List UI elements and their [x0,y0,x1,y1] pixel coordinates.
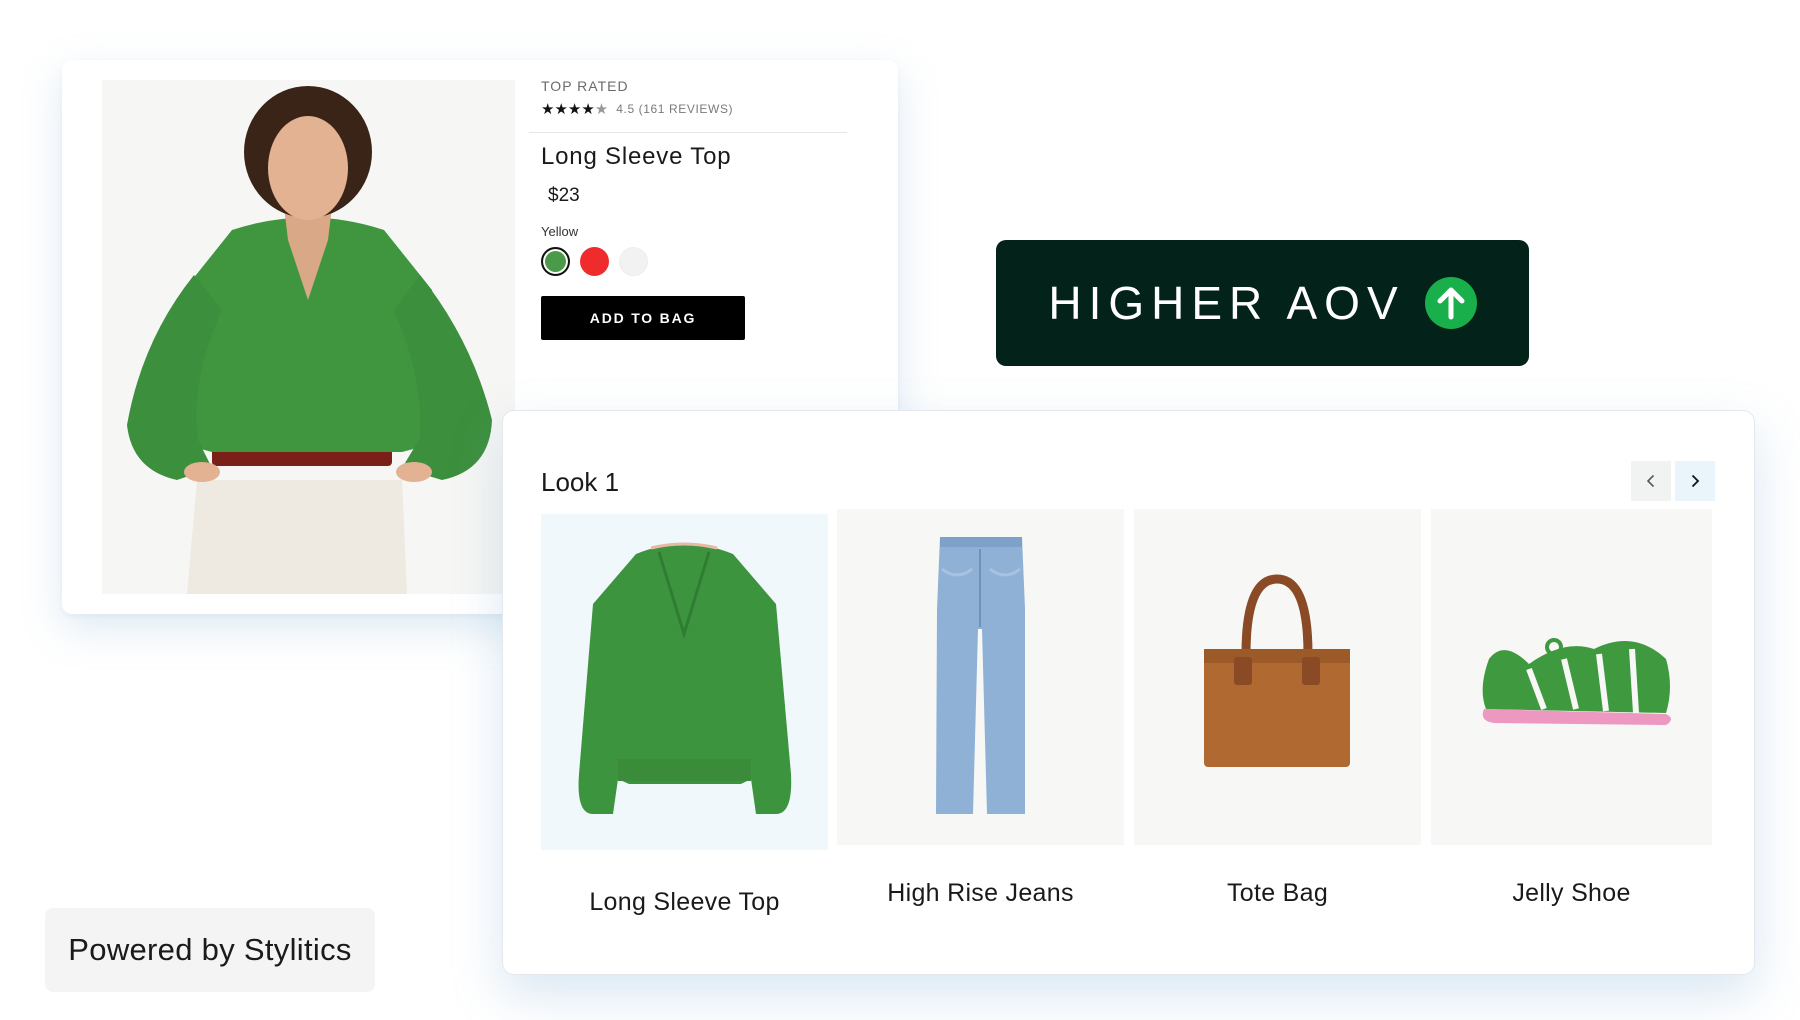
product-info: TOP RATED ★★★★★ 4.5 (161 REVIEWS) Long S… [529,78,871,340]
color-swatches [541,247,871,276]
badge-text: HIGHER AOV [1048,277,1405,329]
look-item-name: High Rise Jeans [887,879,1074,907]
look-title: Look 1 [541,467,620,497]
product-thumbnail [837,509,1124,845]
chevron-left-icon [1646,474,1655,488]
arrow-up-circle-icon [1424,277,1477,329]
product-thumbnail [541,514,828,850]
top-rated-label: TOP RATED [541,78,629,94]
product-price: $23 [548,185,580,206]
product-title: Long Sleeve Top [541,143,732,170]
powered-by-badge: Powered by Stylitics [45,908,375,992]
chevron-right-icon [1691,474,1700,488]
review-count[interactable]: 4.5 (161 REVIEWS) [616,102,733,116]
rating-row: ★★★★★ 4.5 (161 REVIEWS) [541,100,871,118]
color-label: Yellow [541,224,579,239]
star-rating-icon: ★★★★★ [541,101,609,118]
swatch-red[interactable] [580,247,609,276]
look-item-tote-bag[interactable]: Tote Bag [1134,509,1421,908]
tote-bag-image [1204,574,1350,767]
look-item-name: Jelly Shoe [1512,879,1631,907]
look-item-high-rise-jeans[interactable]: High Rise Jeans [837,509,1124,908]
look-item-name: Tote Bag [1226,879,1329,907]
green-top-image [578,542,792,814]
next-look-button[interactable] [1675,461,1715,501]
add-to-bag-button[interactable]: ADD TO BAG [541,296,745,340]
swatch-white[interactable] [619,247,648,276]
product-thumbnail [1134,509,1421,845]
jelly-shoe-image [1482,638,1671,725]
look-item-name: Long Sleeve Top [589,888,780,916]
model-photo [102,80,515,594]
swatch-green[interactable] [541,247,570,276]
look-panel: Look 1 Long Sleeve Top High Rise Jeans T… [502,410,1755,975]
higher-aov-badge: HIGHER AOV [996,240,1529,366]
look-item-long-sleeve-top[interactable]: Long Sleeve Top [541,514,828,917]
model-illustration [102,80,515,594]
product-thumbnail [1431,509,1712,845]
jeans-image [936,537,1025,814]
look-item-jelly-shoe[interactable]: Jelly Shoe [1431,509,1712,908]
divider [529,132,847,133]
previous-look-button[interactable] [1631,461,1671,501]
